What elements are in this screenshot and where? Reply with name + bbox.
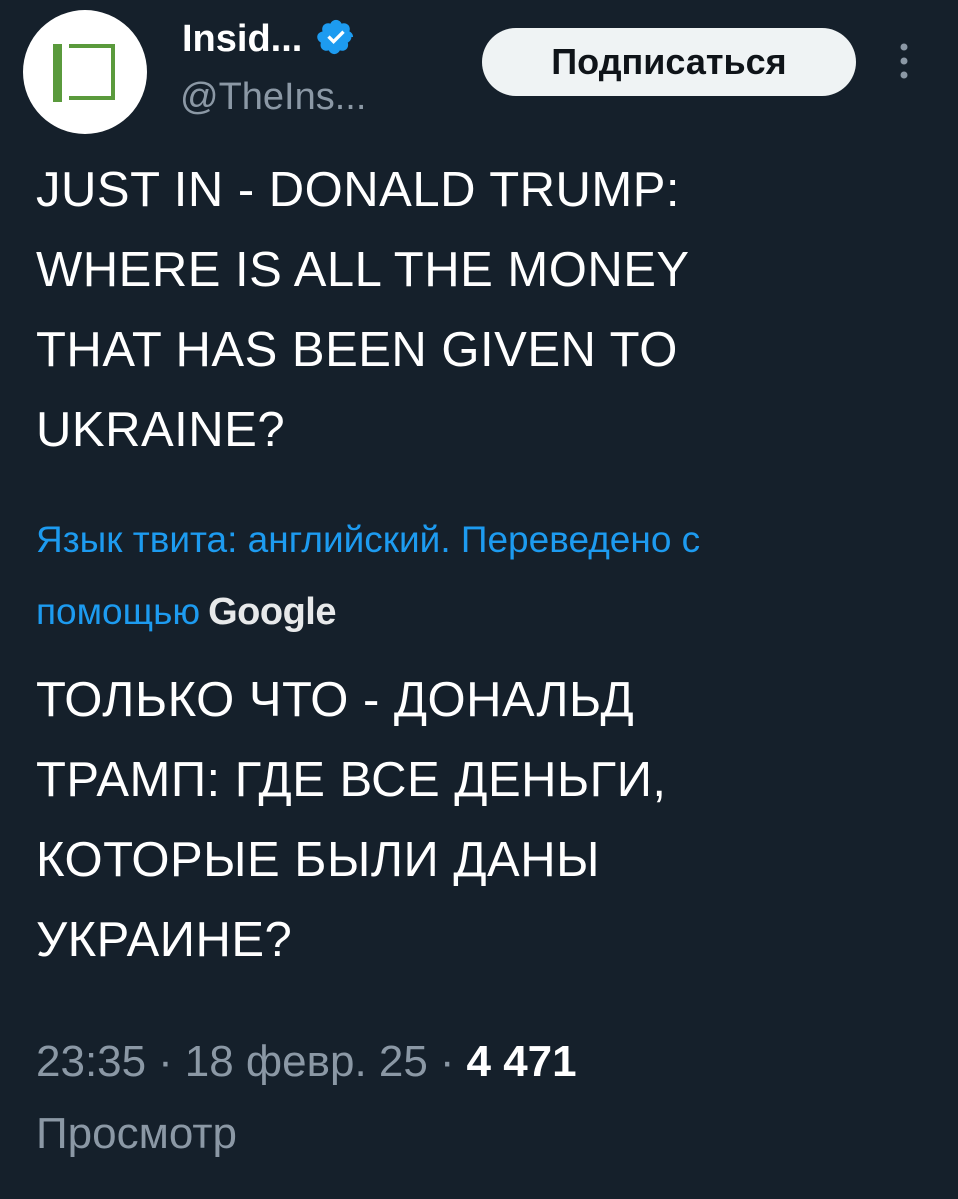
tweet-translated-line: УКРАИНЕ? [36,913,293,967]
translation-note[interactable]: Язык твита: английский. Переведено с пом… [36,504,936,648]
translation-note-line: помощью Google [36,576,936,648]
tweet-translated-line: КОТОРЫЕ БЫЛИ ДАНЫ [36,833,600,887]
tweet-translated-line: ТРАМП: ГДЕ ВСЕ ДЕНЬГИ, [36,753,667,807]
author-handle[interactable]: @TheIns... [180,72,366,122]
tweet-original-line: JUST IN - DONALD TRUMP: [36,163,681,217]
tweet-original-line: WHERE IS ALL THE MONEY [36,243,690,297]
avatar-logo [53,44,117,102]
subscribe-button[interactable]: Подписаться [482,28,856,96]
translation-note-line: Язык твита: английский. Переведено с [36,519,701,560]
tweet-translated-line: ТОЛЬКО ЧТО - ДОНАЛЬД [36,673,635,727]
tweet-meta: 23:35 · 18 февр. 25 · 4 471 Просмотр [36,1026,936,1170]
tweet-meta-line: 23:35 · 18 февр. 25 · 4 471 [36,1026,936,1098]
tweet-original-line: THAT HAS BEEN GIVEN TO [36,323,678,377]
tweet-translated-text: ТОЛЬКО ЧТО - ДОНАЛЬД ТРАМП: ГДЕ ВСЕ ДЕНЬ… [36,660,926,980]
google-logo: Google [208,591,336,633]
meta-separator: · [439,1037,455,1086]
views-count: 4 471 [466,1037,577,1086]
author-name-line[interactable]: Insid... [182,14,356,64]
avatar[interactable] [23,10,147,134]
tweet-original-line: UKRAINE? [36,403,286,457]
display-name[interactable]: Insid... [182,15,302,63]
translation-note-by: помощью [36,591,201,632]
meta-separator: · [158,1037,173,1086]
tweet-time[interactable]: 23:35 [36,1037,146,1086]
verified-badge-icon [317,19,354,55]
tweet-header: Insid... @TheIns... Подписаться [0,0,958,150]
more-vertical-icon[interactable] [884,36,924,86]
views-label[interactable]: Просмотр [36,1098,936,1170]
tweet-original-text: JUST IN - DONALD TRUMP: WHERE IS ALL THE… [36,150,926,470]
tweet-date[interactable]: 18 февр. 25 [185,1037,428,1086]
